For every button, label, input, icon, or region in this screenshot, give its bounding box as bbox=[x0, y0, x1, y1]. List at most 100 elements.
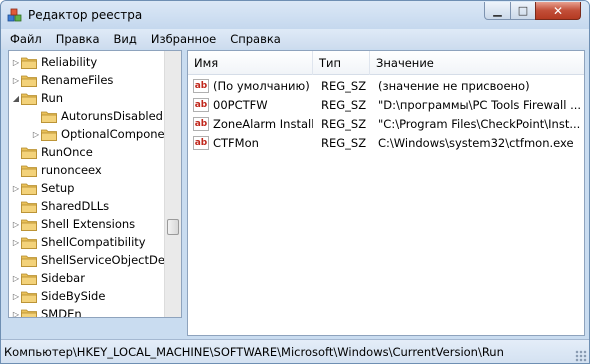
value-row[interactable]: ab 00PCTFW REG_SZ "D:\программы\PC Tools Fi… bbox=[188, 96, 584, 115]
tree-item-label: RunOnce bbox=[41, 145, 93, 159]
list-header: Имя Тип Значение bbox=[188, 51, 584, 75]
tree-item-label: SMDEn bbox=[41, 307, 82, 318]
close-button[interactable]: ✕ bbox=[535, 2, 581, 20]
expand-arrow-icon[interactable]: ▷ bbox=[31, 130, 41, 139]
menu-file[interactable]: Файл bbox=[7, 31, 45, 47]
tree-item-label: SideBySide bbox=[41, 289, 106, 303]
folder-icon bbox=[21, 272, 37, 285]
value-type: REG_SZ bbox=[321, 79, 367, 93]
values-list-pane[interactable]: Имя Тип Значение ab (По умолчанию) REG_SZ (… bbox=[187, 50, 585, 336]
registry-editor-window: Редактор реестра ▁ □ ✕ Файл Правка Вид И… bbox=[0, 0, 590, 364]
tree-item[interactable]: ▷ Shell Extensions bbox=[9, 215, 166, 233]
folder-icon bbox=[21, 254, 37, 267]
expand-arrow-icon[interactable]: ▷ bbox=[11, 274, 21, 283]
folder-icon bbox=[21, 92, 37, 105]
expand-arrow-icon[interactable]: ▷ bbox=[11, 292, 21, 301]
value-data: "D:\программы\PC Tools Firewall ... bbox=[378, 98, 582, 112]
value-row[interactable]: ab ZoneAlarm Installer REG_SZ "C:\Program F… bbox=[188, 115, 584, 134]
folder-icon bbox=[21, 290, 37, 303]
folder-icon bbox=[21, 308, 37, 317]
title-bar[interactable]: Редактор реестра ▁ □ ✕ bbox=[1, 1, 589, 29]
folder-icon bbox=[21, 146, 37, 159]
status-path: Компьютер\HKEY_LOCAL_MACHINE\SOFTWARE\Mi… bbox=[4, 345, 504, 359]
value-data: C:\Windows\system32\ctfmon.exe bbox=[378, 136, 574, 150]
value-type: REG_SZ bbox=[321, 117, 367, 131]
tree-item[interactable]: ShellServiceObjectDela bbox=[9, 251, 166, 269]
tree-item-label: AutorunsDisabled bbox=[61, 109, 163, 123]
tree-item-label: Reliability bbox=[41, 55, 98, 69]
value-name: (По умолчанию) bbox=[213, 79, 310, 93]
tree-item[interactable]: AutorunsDisabled bbox=[9, 107, 166, 125]
tree-item[interactable]: ▷ SMDEn bbox=[9, 305, 166, 318]
tree-item-label: OptionalCompone bbox=[61, 127, 165, 141]
tree-item-label: Sidebar bbox=[41, 271, 85, 285]
tree-item-label: runonceex bbox=[41, 163, 102, 177]
tree-item[interactable]: ▷ Reliability bbox=[9, 53, 166, 71]
resize-grip-icon[interactable] bbox=[575, 350, 587, 362]
value-data: "C:\Program Files\CheckPoint\Inst... bbox=[378, 117, 581, 131]
value-row[interactable]: ab CTFMon REG_SZ C:\Windows\system32\ctfmon… bbox=[188, 134, 584, 153]
value-type: REG_SZ bbox=[321, 98, 367, 112]
folder-icon bbox=[21, 182, 37, 195]
expand-arrow-icon[interactable]: ▷ bbox=[11, 238, 21, 247]
expand-arrow-icon[interactable]: ▷ bbox=[11, 58, 21, 67]
collapse-arrow-icon[interactable]: ◢ bbox=[11, 94, 21, 103]
key-tree-pane[interactable]: ▷ Reliability ▷ RenameFiles ◢ Run AutorunsDisa… bbox=[8, 50, 182, 318]
folder-icon bbox=[21, 200, 37, 213]
column-header-name[interactable]: Имя bbox=[188, 51, 313, 75]
value-data: (значение не присвоено) bbox=[378, 79, 530, 93]
tree-item[interactable]: RunOnce bbox=[9, 143, 166, 161]
folder-icon bbox=[21, 74, 37, 87]
tree-item[interactable]: ▷ SideBySide bbox=[9, 287, 166, 305]
menu-bar: Файл Правка Вид Избранное Справка bbox=[1, 29, 589, 49]
menu-favorites[interactable]: Избранное bbox=[148, 31, 219, 47]
value-name: CTFMon bbox=[213, 136, 259, 150]
maximize-icon: □ bbox=[517, 4, 529, 17]
tree-item[interactable]: ▷ Setup bbox=[9, 179, 166, 197]
regedit-icon bbox=[7, 8, 22, 22]
folder-icon bbox=[21, 164, 37, 177]
expand-arrow-icon[interactable]: ▷ bbox=[11, 310, 21, 318]
scrollbar-thumb[interactable] bbox=[167, 219, 179, 235]
expand-arrow-icon[interactable]: ▷ bbox=[11, 184, 21, 193]
tree-item[interactable]: ▷ RenameFiles bbox=[9, 71, 166, 89]
string-value-icon: ab bbox=[193, 117, 209, 131]
minimize-button[interactable]: ▁ bbox=[484, 2, 511, 20]
string-value-icon: ab bbox=[193, 98, 209, 112]
tree-item-label: Run bbox=[41, 91, 64, 105]
column-header-value[interactable]: Значение bbox=[370, 51, 584, 75]
value-row[interactable]: ab (По умолчанию) REG_SZ (значение не присв… bbox=[188, 77, 584, 96]
value-type: REG_SZ bbox=[321, 136, 367, 150]
menu-edit[interactable]: Правка bbox=[53, 31, 103, 47]
tree-item-label: ShellCompatibility bbox=[41, 235, 146, 249]
maximize-button[interactable]: □ bbox=[510, 2, 536, 20]
tree-item[interactable]: ◢ Run bbox=[9, 89, 166, 107]
close-icon: ✕ bbox=[552, 3, 564, 18]
folder-icon bbox=[41, 128, 57, 141]
minimize-icon: ▁ bbox=[493, 4, 502, 17]
menu-help[interactable]: Справка bbox=[227, 31, 284, 47]
tree-item-label: ShellServiceObjectDela bbox=[41, 253, 166, 267]
expand-arrow-icon[interactable]: ▷ bbox=[11, 76, 21, 85]
window-title: Редактор реестра bbox=[28, 8, 143, 22]
expand-arrow-icon[interactable]: ▷ bbox=[11, 220, 21, 229]
tree-item[interactable]: ▷ ShellCompatibility bbox=[9, 233, 166, 251]
folder-icon bbox=[21, 218, 37, 231]
value-name: 00PCTFW bbox=[213, 98, 268, 112]
folder-icon bbox=[21, 56, 37, 69]
folder-icon bbox=[21, 236, 37, 249]
tree-item-label: Shell Extensions bbox=[41, 217, 136, 231]
tree-item[interactable]: SharedDLLs bbox=[9, 197, 166, 215]
tree-item-label: SharedDLLs bbox=[41, 199, 110, 213]
value-name: ZoneAlarm Installer bbox=[213, 117, 313, 131]
tree-item[interactable]: ▷ OptionalCompone bbox=[9, 125, 166, 143]
status-bar: Компьютер\HKEY_LOCAL_MACHINE\SOFTWARE\Mi… bbox=[1, 339, 589, 363]
menu-view[interactable]: Вид bbox=[111, 31, 140, 47]
tree-item-label: RenameFiles bbox=[41, 73, 114, 87]
tree-item-label: Setup bbox=[41, 181, 75, 195]
tree-item[interactable]: ▷ Sidebar bbox=[9, 269, 166, 287]
tree-item[interactable]: runonceex bbox=[9, 161, 166, 179]
string-value-icon: ab bbox=[193, 136, 209, 150]
tree-scrollbar[interactable] bbox=[164, 51, 181, 317]
column-header-type[interactable]: Тип bbox=[313, 51, 370, 75]
